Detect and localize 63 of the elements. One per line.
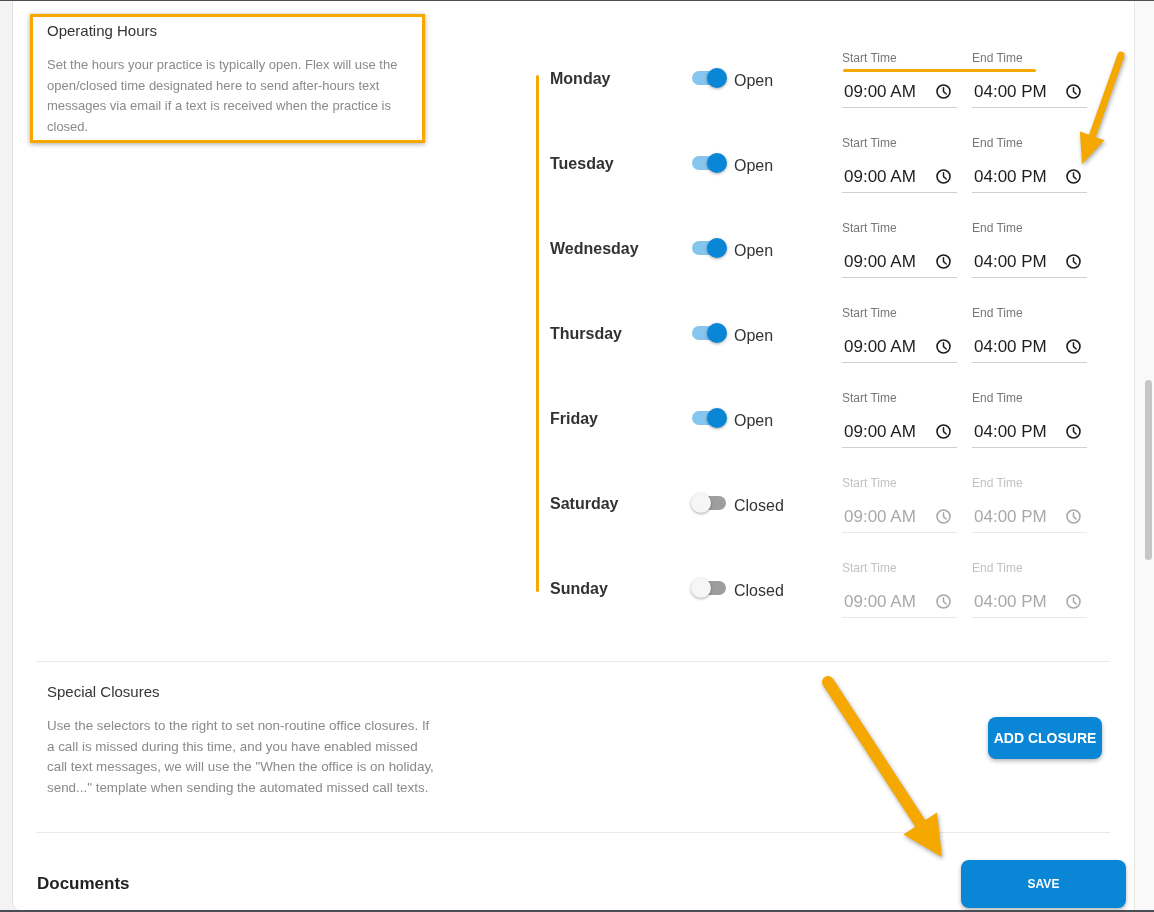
day-name: Tuesday bbox=[550, 154, 615, 174]
status-label: Open bbox=[734, 156, 775, 176]
field-label: End Time bbox=[972, 135, 1024, 151]
day-name: Sunday bbox=[550, 579, 609, 599]
scrollbar-thumb[interactable] bbox=[1145, 380, 1152, 560]
section-title: Special Closures bbox=[47, 682, 161, 702]
clock-icon[interactable] bbox=[936, 339, 951, 354]
status-label: Closed bbox=[734, 581, 785, 601]
field-label: Start Time bbox=[842, 475, 898, 491]
field-label: Start Time bbox=[842, 560, 898, 576]
end-time-field[interactable]: 04:00 PM bbox=[972, 161, 1087, 193]
clock-icon[interactable] bbox=[936, 424, 951, 439]
status-label: Open bbox=[734, 326, 775, 346]
add-closure-button[interactable]: ADD CLOSURE bbox=[988, 717, 1102, 759]
field-label: Start Time bbox=[842, 50, 898, 66]
clock-icon[interactable] bbox=[936, 84, 951, 99]
status-label: Open bbox=[734, 71, 775, 91]
day-name: Saturday bbox=[550, 494, 620, 514]
field-label: End Time bbox=[972, 390, 1024, 406]
section-description: Set the hours your practice is typically open. Flex will use the open/closed time designated here to send after-hours text messages via email if a text is received when the practice is closed. bbox=[47, 56, 399, 136]
end-time-field[interactable]: 04:00 PM bbox=[972, 416, 1087, 448]
toggle-switch[interactable] bbox=[691, 493, 727, 513]
toggle-switch[interactable] bbox=[691, 578, 727, 598]
field-label: End Time bbox=[972, 50, 1024, 66]
field-label: End Time bbox=[972, 560, 1024, 576]
end-time-field[interactable]: 04:00 PM bbox=[972, 246, 1087, 278]
field-label: End Time bbox=[972, 475, 1024, 491]
day-name: Friday bbox=[550, 409, 599, 429]
start-time-field[interactable]: 09:00 AM bbox=[842, 161, 957, 193]
clock-icon[interactable] bbox=[1066, 254, 1081, 269]
clock-icon[interactable] bbox=[1066, 84, 1081, 99]
field-label: End Time bbox=[972, 220, 1024, 236]
day-name: Thursday bbox=[550, 324, 623, 344]
toggle-switch[interactable] bbox=[691, 68, 727, 88]
status-label: Closed bbox=[734, 496, 785, 516]
toggle-switch[interactable] bbox=[691, 408, 727, 428]
field-label: Start Time bbox=[842, 135, 898, 151]
field-label: End Time bbox=[972, 305, 1024, 321]
clock-icon[interactable] bbox=[1066, 169, 1081, 184]
clock-icon[interactable] bbox=[1066, 339, 1081, 354]
clock-icon[interactable] bbox=[936, 254, 951, 269]
section-title: Operating Hours bbox=[47, 21, 159, 41]
day-name: Monday bbox=[550, 69, 612, 89]
end-time-field[interactable]: 04:00 PM bbox=[972, 331, 1087, 363]
toggle-switch[interactable] bbox=[691, 323, 727, 343]
clock-icon[interactable] bbox=[1066, 424, 1081, 439]
field-label: Start Time bbox=[842, 220, 898, 236]
section-description: Use the selectors to the right to set non-routine office closures. If a call is missed during this time, and you have enabled missed call text messages, we will use the "When the office is on holiday, send..." template when sending the automated missed call texts. bbox=[47, 717, 435, 797]
section-heading: Documents bbox=[37, 873, 130, 895]
field-label: Start Time bbox=[842, 305, 898, 321]
start-time-field[interactable]: 09:00 AM bbox=[842, 76, 957, 108]
start-time-field[interactable]: 09:00 AM bbox=[842, 416, 957, 448]
toggle-switch[interactable] bbox=[691, 238, 727, 258]
status-label: Open bbox=[734, 241, 775, 261]
status-label: Open bbox=[734, 411, 775, 431]
start-time-field[interactable]: 09:00 AM bbox=[842, 246, 957, 278]
start-time-field[interactable]: 09:00 AM bbox=[842, 331, 957, 363]
day-name: Wednesday bbox=[550, 239, 640, 259]
end-time-field[interactable]: 04:00 PM bbox=[972, 76, 1087, 108]
clock-icon[interactable] bbox=[936, 169, 951, 184]
toggle-switch[interactable] bbox=[691, 153, 727, 173]
save-button[interactable]: SAVE bbox=[961, 860, 1126, 908]
field-label: Start Time bbox=[842, 390, 898, 406]
